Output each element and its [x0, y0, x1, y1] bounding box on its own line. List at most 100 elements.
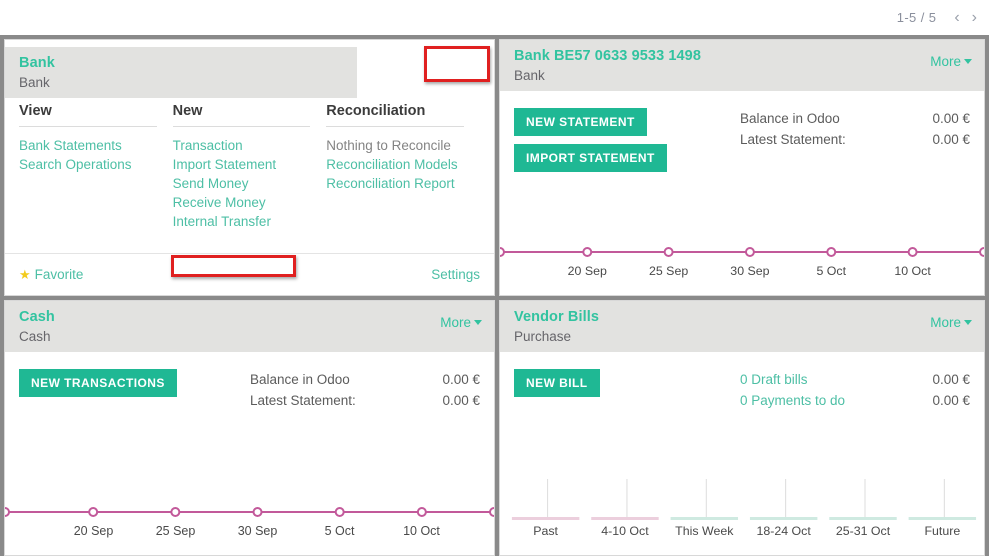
card-title: Bank	[19, 54, 357, 74]
new-bill-button[interactable]: NEW BILL	[514, 369, 600, 397]
more-dropdown-cash[interactable]: More	[440, 315, 482, 330]
journal-card-bank-be57[interactable]: Bank BE57 0633 9533 1498 Bank More NEW S…	[499, 39, 985, 296]
link-internal-transfer[interactable]: Internal Transfer	[173, 212, 311, 231]
link-transaction[interactable]: Transaction	[173, 136, 311, 155]
more-dropdown-vendor-bills[interactable]: More	[930, 315, 972, 330]
card-subtitle: Bank	[514, 67, 701, 85]
link-import-statement[interactable]: Import Statement	[173, 155, 311, 174]
more-dropdown-bank[interactable]: More	[440, 54, 482, 69]
timeline-tick-labels: 20 Sep 25 Sep 30 Sep 5 Oct 10 Oct	[5, 493, 494, 555]
x-tick-label: 5 Oct	[325, 524, 355, 538]
stats-block: Balance in Odoo 0.00 € Latest Statement:…	[250, 369, 480, 411]
stat-value-latest-statement: 0.00 €	[932, 129, 970, 150]
x-tick-label: 10 Oct	[403, 524, 440, 538]
card-title-group: Bank BE57 0633 9533 1498 Bank	[514, 47, 701, 85]
card-cell-vendor-bills: Vendor Bills Purchase More NEW BILL 0 Dr…	[497, 300, 989, 560]
card-header-bank: Bank Bank More	[5, 40, 494, 91]
column-header: Reconciliation	[326, 103, 464, 127]
stat-row: 0 Payments to do 0.00 €	[740, 390, 970, 411]
x-tick-label: Past	[533, 524, 558, 538]
stat-row: Balance in Odoo 0.00 €	[250, 369, 480, 390]
pager-prev-icon[interactable]: ‹	[954, 10, 959, 26]
card-body-bank-be57: NEW STATEMENT IMPORT STATEMENT Balance i…	[500, 91, 984, 295]
stat-label-latest-statement: Latest Statement:	[740, 129, 846, 150]
stats-block: Balance in Odoo 0.00 € Latest Statement:…	[740, 108, 970, 150]
stat-label-balance: Balance in Odoo	[250, 369, 350, 390]
chevron-down-icon	[474, 320, 482, 325]
card-footer-bank: ★ Favorite Settings	[5, 253, 494, 295]
timeline-chart-cash: 20 Sep 25 Sep 30 Sep 5 Oct 10 Oct	[5, 493, 494, 555]
card-title-group: Vendor Bills Purchase	[514, 308, 599, 346]
column-header: View	[19, 103, 157, 127]
stat-row: 0 Draft bills 0.00 €	[740, 369, 970, 390]
card-title-group: Cash Cash	[19, 308, 55, 346]
link-bank-statements[interactable]: Bank Statements	[19, 136, 157, 155]
favorite-toggle[interactable]: ★ Favorite	[19, 267, 83, 283]
new-statement-button[interactable]: NEW STATEMENT	[514, 108, 647, 136]
x-tick-label: 25 Sep	[156, 524, 196, 538]
stat-row: Latest Statement: 0.00 €	[250, 390, 480, 411]
stats-block: 0 Draft bills 0.00 € 0 Payments to do 0.…	[740, 369, 970, 411]
stat-value-balance: 0.00 €	[932, 108, 970, 129]
pager-count: 1-5 / 5	[897, 10, 937, 25]
card-cell-bank: Bank Bank More View Bank Statements Sear…	[0, 39, 497, 300]
more-dropdown-bank-be57[interactable]: More	[930, 54, 972, 69]
x-tick-label: 4-10 Oct	[601, 524, 649, 538]
stat-value-draft-bills: 0.00 €	[932, 369, 970, 390]
card-title-group: Bank Bank	[19, 54, 357, 92]
x-tick-label: 25-31 Oct	[836, 524, 891, 538]
card-header-bank-be57: Bank BE57 0633 9533 1498 Bank More	[500, 40, 984, 91]
pager-bar: 1-5 / 5 ‹ ›	[0, 0, 989, 35]
timeline-chart-bank-be57: 20 Sep 25 Sep 30 Sep 5 Oct 10 Oct	[500, 233, 984, 295]
link-reconciliation-report[interactable]: Reconciliation Report	[326, 174, 464, 193]
x-tick-label: 20 Sep	[568, 264, 607, 278]
label-nothing-to-reconcile: Nothing to Reconcile	[326, 136, 464, 155]
timeline-tick-labels: 20 Sep 25 Sep 30 Sep 5 Oct 10 Oct	[500, 233, 984, 295]
card-subtitle: Cash	[19, 328, 55, 346]
stat-value-payments-to-do: 0.00 €	[932, 390, 970, 411]
new-transactions-button[interactable]: NEW TRANSACTIONS	[19, 369, 177, 397]
x-tick-label: 18-24 Oct	[756, 524, 811, 538]
x-tick-label: 20 Sep	[74, 524, 114, 538]
chevron-down-icon	[964, 59, 972, 64]
bar-chart-tick-labels: Past 4-10 Oct This Week 18-24 Oct 25-31 …	[500, 467, 984, 555]
card-body-cash: NEW TRANSACTIONS Balance in Odoo 0.00 € …	[5, 352, 494, 555]
link-reconciliation-models[interactable]: Reconciliation Models	[326, 155, 464, 174]
column-header: New	[173, 103, 311, 127]
pager-next-icon[interactable]: ›	[972, 10, 977, 26]
stat-link-payments-to-do[interactable]: 0 Payments to do	[740, 390, 845, 411]
dashboard-grid: Bank Bank More View Bank Statements Sear…	[0, 35, 989, 556]
card-title: Bank BE57 0633 9533 1498	[514, 47, 701, 67]
column-new: New Transaction Import Statement Send Mo…	[173, 103, 327, 253]
card-header-vendor-bills: Vendor Bills Purchase More	[500, 301, 984, 352]
journal-card-vendor-bills[interactable]: Vendor Bills Purchase More NEW BILL 0 Dr…	[499, 300, 985, 556]
link-send-money[interactable]: Send Money	[173, 174, 311, 193]
import-statement-button[interactable]: IMPORT STATEMENT	[514, 144, 667, 172]
x-tick-label: Future	[924, 524, 960, 538]
card-cell-bank-be57: Bank BE57 0633 9533 1498 Bank More NEW S…	[497, 39, 989, 300]
favorite-label: Favorite	[35, 267, 84, 282]
link-search-operations[interactable]: Search Operations	[19, 155, 157, 174]
more-label: More	[440, 54, 471, 69]
x-tick-label: This Week	[675, 524, 734, 538]
stat-link-draft-bills[interactable]: 0 Draft bills	[740, 369, 808, 390]
column-reconciliation: Reconciliation Nothing to Reconcile Reco…	[326, 103, 480, 253]
more-label: More	[930, 315, 961, 330]
x-tick-label: 30 Sep	[238, 524, 278, 538]
chevron-down-icon	[964, 320, 972, 325]
x-tick-label: 25 Sep	[649, 264, 688, 278]
card-subtitle: Purchase	[514, 328, 599, 346]
card-title: Vendor Bills	[514, 308, 599, 328]
journal-card-cash[interactable]: Cash Cash More NEW TRANSACTIONS Balance …	[4, 300, 495, 556]
journal-card-bank[interactable]: Bank Bank More View Bank Statements Sear…	[4, 39, 495, 296]
settings-link[interactable]: Settings	[431, 267, 480, 282]
link-receive-money[interactable]: Receive Money	[173, 193, 311, 212]
stat-value-balance: 0.00 €	[442, 369, 480, 390]
stat-label-latest-statement: Latest Statement:	[250, 390, 356, 411]
star-icon: ★	[19, 267, 31, 282]
chevron-down-icon	[474, 59, 482, 64]
bar-chart-vendor-bills: Past 4-10 Oct This Week 18-24 Oct 25-31 …	[500, 467, 984, 555]
card-cell-cash: Cash Cash More NEW TRANSACTIONS Balance …	[0, 300, 497, 560]
stat-value-latest-statement: 0.00 €	[442, 390, 480, 411]
card-header-grey-area: Bank Bank	[5, 47, 357, 98]
